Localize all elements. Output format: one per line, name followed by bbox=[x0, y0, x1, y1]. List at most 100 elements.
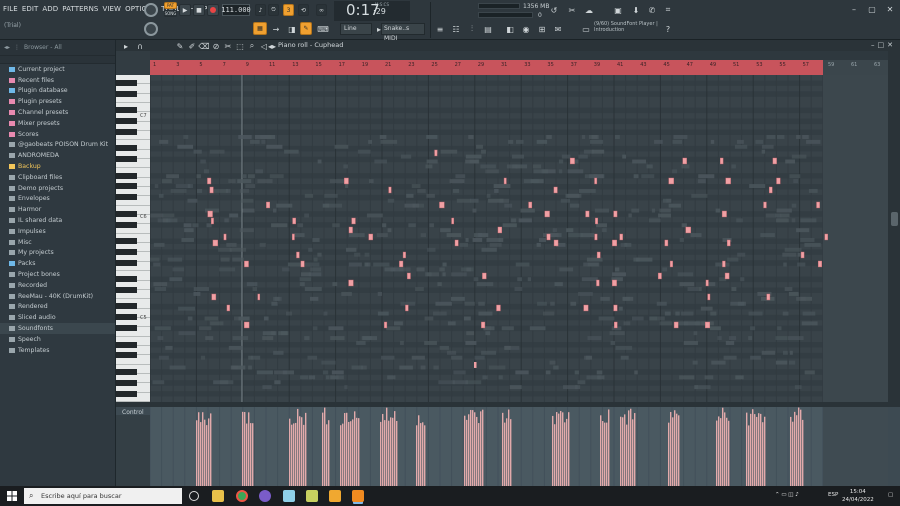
browser-item[interactable]: My projects bbox=[0, 248, 115, 259]
help-icon[interactable]: ? bbox=[662, 23, 674, 35]
language-indicator[interactable]: ESP bbox=[828, 492, 838, 498]
cut-icon[interactable]: ✂ bbox=[566, 4, 578, 16]
browser-item[interactable]: Backup bbox=[0, 161, 115, 172]
touch-controller-icon[interactable]: ⊞ bbox=[536, 23, 548, 35]
browser-item[interactable]: Current project bbox=[0, 64, 115, 75]
black-key[interactable] bbox=[116, 325, 137, 332]
black-key[interactable] bbox=[116, 303, 137, 310]
browser-item[interactable]: Speech bbox=[0, 334, 115, 345]
browser-item[interactable]: Channel presets bbox=[0, 107, 115, 118]
browser-item[interactable]: Clipboard files bbox=[0, 172, 115, 183]
black-key[interactable] bbox=[116, 259, 137, 266]
black-key[interactable] bbox=[116, 368, 137, 375]
piano-keyboard[interactable]: C7 C6 C5 bbox=[116, 75, 150, 412]
tempo-display[interactable]: 111.000 bbox=[221, 4, 251, 16]
file-explorer-icon[interactable] bbox=[212, 490, 224, 502]
draw-tool-button[interactable]: ✎ bbox=[300, 22, 312, 35]
save-icon[interactable]: ▣ bbox=[612, 4, 624, 16]
tag-icon[interactable]: ⌗ bbox=[662, 4, 674, 16]
snap-magnet-icon[interactable]: ◨ bbox=[286, 23, 298, 35]
browser-item[interactable]: Project bones bbox=[0, 269, 115, 280]
black-key[interactable] bbox=[116, 352, 137, 359]
metronome-button[interactable]: ♪ bbox=[255, 4, 266, 16]
browser-item[interactable]: Rendered bbox=[0, 302, 115, 313]
app-icon-7[interactable] bbox=[329, 490, 341, 502]
black-key[interactable] bbox=[116, 237, 137, 244]
app-icon-5[interactable] bbox=[283, 490, 295, 502]
black-key[interactable] bbox=[116, 183, 137, 190]
window-close-icon[interactable]: ✕ bbox=[884, 3, 896, 15]
pat-mode-button[interactable]: PAT bbox=[164, 2, 177, 9]
control-label[interactable]: Control bbox=[122, 409, 144, 416]
project-info-icon[interactable]: ✉ bbox=[552, 23, 564, 35]
menu-add[interactable]: ADD bbox=[42, 5, 58, 13]
playlist-icon[interactable]: ≡ bbox=[434, 23, 446, 35]
browser-item[interactable]: Scores bbox=[0, 129, 115, 140]
velocity-canvas[interactable] bbox=[150, 407, 888, 486]
browser-item[interactable]: @gaobeats POISON Drum Kit bbox=[0, 140, 115, 151]
black-key[interactable] bbox=[116, 107, 137, 114]
browser-item[interactable]: Packs bbox=[0, 258, 115, 269]
black-key[interactable] bbox=[116, 276, 137, 283]
tray-icons[interactable]: ⌃ ▭ ◫ ♪ bbox=[775, 492, 799, 498]
browser-item[interactable]: Sliced audio bbox=[0, 312, 115, 323]
browser-title[interactable]: Browser - All bbox=[24, 44, 62, 51]
browser-item[interactable]: Misc bbox=[0, 237, 115, 248]
system-clock[interactable]: 15:04 24/04/2022 bbox=[842, 488, 874, 504]
browser-arrows-icon[interactable]: ◂▸ bbox=[4, 44, 10, 51]
menu-patterns[interactable]: PATTERNS bbox=[62, 5, 98, 13]
vertical-scrollbar[interactable] bbox=[888, 51, 900, 402]
channel-rack-icon[interactable]: ☷ bbox=[450, 23, 462, 35]
black-key[interactable] bbox=[116, 118, 137, 125]
black-key[interactable] bbox=[116, 90, 137, 97]
step-edit-icon[interactable]: → bbox=[270, 23, 282, 35]
taskbar-search-input[interactable]: ⌕ Escribe aquí para buscar bbox=[24, 488, 182, 504]
countdown-button[interactable]: 3 bbox=[283, 4, 294, 16]
browser-item[interactable]: Mixer presets bbox=[0, 118, 115, 129]
black-key[interactable] bbox=[116, 79, 137, 86]
menu-view[interactable]: VIEW bbox=[102, 5, 121, 13]
black-key[interactable] bbox=[116, 145, 137, 152]
song-mode-button[interactable]: SONG bbox=[164, 10, 177, 17]
browser-item[interactable]: Soundfonts bbox=[0, 323, 115, 334]
browser-item[interactable]: Plugin presets bbox=[0, 96, 115, 107]
browser-icon[interactable]: ◧ bbox=[504, 23, 516, 35]
automation-lane[interactable] bbox=[150, 51, 888, 60]
browser-item[interactable]: ReeMau - 40K (DrumKit) bbox=[0, 291, 115, 302]
black-key[interactable] bbox=[116, 248, 137, 255]
black-key[interactable] bbox=[116, 194, 137, 201]
timeline-ruler[interactable] bbox=[150, 60, 823, 75]
black-key[interactable] bbox=[116, 128, 137, 135]
notifications-icon[interactable]: ▢ bbox=[888, 492, 893, 498]
snap-select[interactable]: Line bbox=[340, 23, 372, 35]
pattern-picker-button[interactable]: ▦ bbox=[253, 22, 267, 35]
browser-item[interactable]: ANDROMEDA bbox=[0, 150, 115, 161]
piano-roll-icon[interactable]: ▤ bbox=[482, 23, 494, 35]
instrument-select[interactable]: Snake..s MIDI bbox=[381, 23, 425, 42]
browser-options-icon[interactable]: ⋮ bbox=[14, 44, 20, 51]
velocity-grid[interactable] bbox=[150, 407, 888, 486]
black-key[interactable] bbox=[116, 156, 137, 163]
black-key[interactable] bbox=[116, 379, 137, 386]
black-key[interactable] bbox=[116, 314, 137, 321]
render-icon[interactable]: ⬇ bbox=[630, 4, 642, 16]
app-icon-4[interactable] bbox=[259, 490, 271, 502]
browser-item[interactable]: Templates bbox=[0, 345, 115, 356]
black-key[interactable] bbox=[116, 287, 137, 293]
chat-icon[interactable]: ✆ bbox=[646, 4, 658, 16]
browser-item[interactable]: Demo projects bbox=[0, 183, 115, 194]
black-key[interactable] bbox=[116, 210, 137, 217]
note-grid-canvas[interactable] bbox=[150, 75, 888, 402]
black-key[interactable] bbox=[116, 390, 137, 397]
browser-item[interactable]: Recorded bbox=[0, 280, 115, 291]
menu-file[interactable]: FILE bbox=[3, 5, 18, 13]
black-key[interactable] bbox=[116, 341, 137, 348]
cloud-icon[interactable]: ☁ bbox=[583, 4, 595, 16]
black-key[interactable] bbox=[116, 221, 137, 228]
browser-item[interactable]: Envelopes bbox=[0, 194, 115, 205]
stop-button[interactable]: ■ bbox=[193, 4, 205, 16]
plugin-picker-icon[interactable]: ◉ bbox=[520, 23, 532, 35]
mixer-icon[interactable]: ⫶ bbox=[466, 23, 478, 35]
blend-notes-button[interactable]: ⟲ bbox=[298, 4, 309, 16]
wait-input-button[interactable]: ⏲ bbox=[268, 4, 279, 16]
